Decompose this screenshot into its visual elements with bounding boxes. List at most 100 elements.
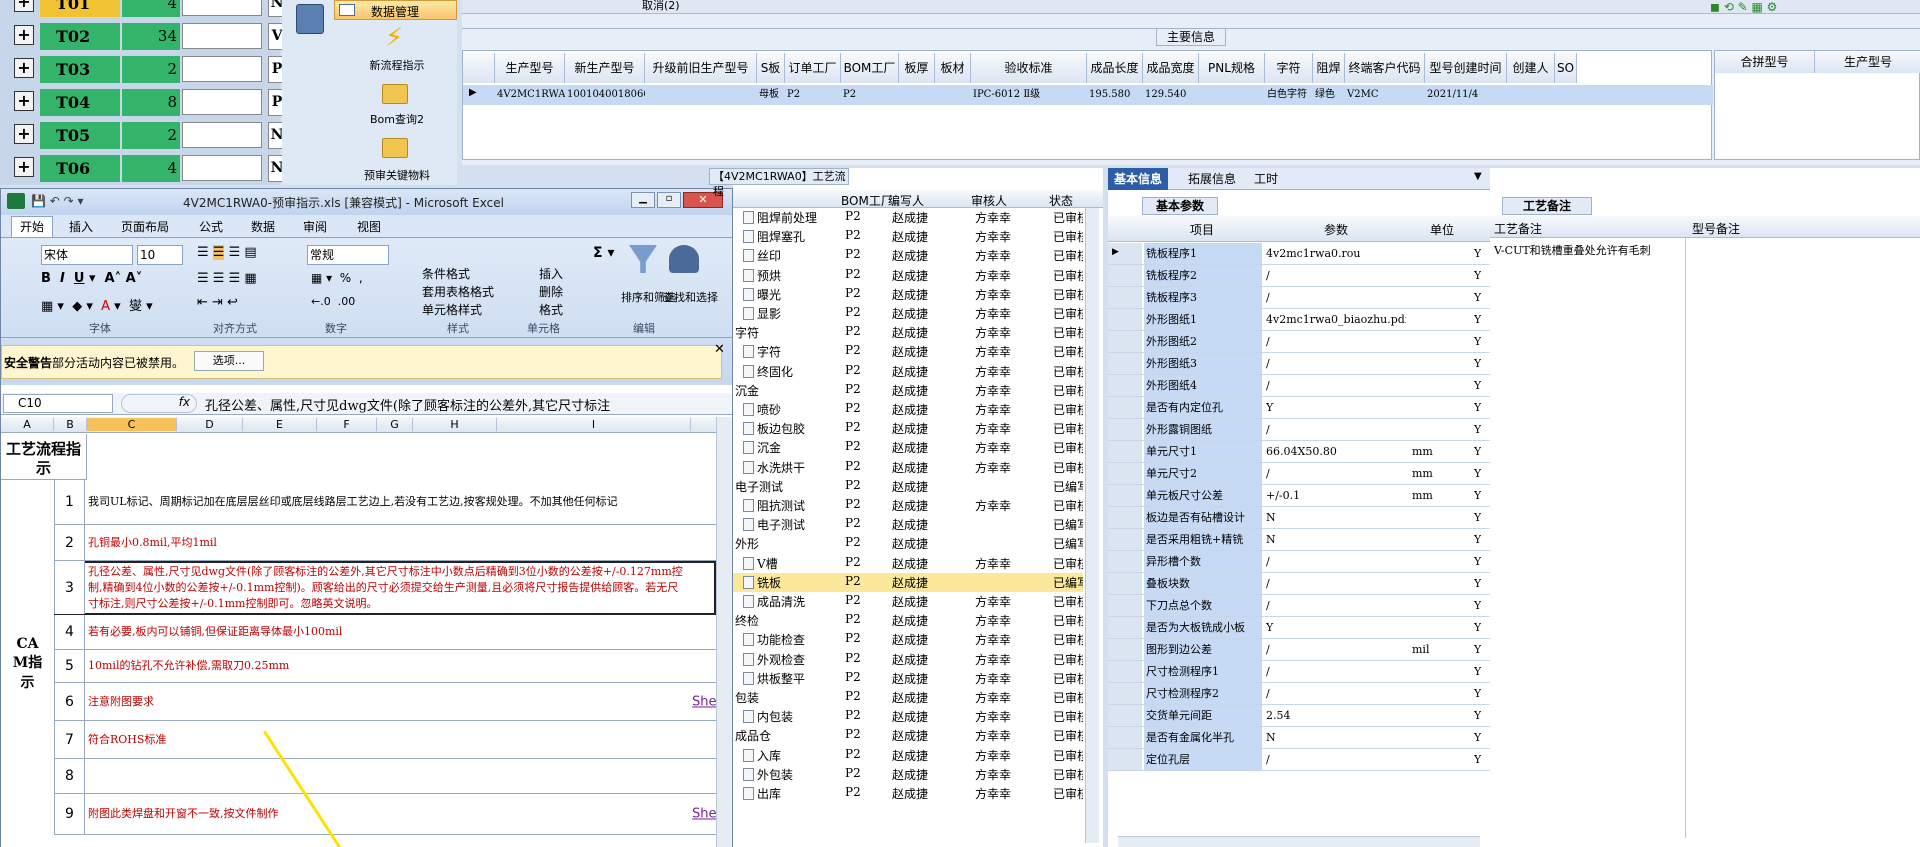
basic-tab[interactable]: 基本信息 — [1108, 168, 1169, 190]
ribbon-tab[interactable]: 审阅 — [303, 218, 327, 235]
remark-model-box[interactable] — [1687, 238, 1920, 838]
grid-header[interactable]: 验收标准 — [971, 53, 1087, 83]
row-text[interactable]: 我司UL标记、周期标记加在底层层丝印或底层线路层工艺边上,若没有工艺边,按客规处… — [88, 494, 688, 510]
order-row[interactable]: + T04 8 P — [12, 87, 286, 119]
param-row[interactable]: 是否有金属化半孔 N Y — [1108, 727, 1490, 749]
minimize-button[interactable]: ▁ — [631, 192, 655, 208]
grid-cell[interactable]: 绿色 — [1313, 85, 1345, 105]
grid-header[interactable]: 板厚 — [899, 53, 935, 83]
remark-tab[interactable]: 工艺备注 — [1502, 197, 1592, 215]
find-icon[interactable] — [669, 245, 699, 273]
ribbon-tab[interactable]: 插入 — [69, 218, 93, 235]
nav-new-flow[interactable]: 新流程指示 — [337, 57, 457, 73]
grid-cell[interactable]: 2021/11/4 — [1425, 85, 1507, 105]
grid-cell[interactable]: 白色字符 — [1265, 85, 1313, 105]
ribbon-tab[interactable]: 开始 — [11, 216, 54, 237]
format-cells-button[interactable]: 格式 — [539, 301, 563, 318]
column-header[interactable]: I — [497, 418, 691, 431]
conditional-format-button[interactable]: 条件格式 — [422, 265, 470, 282]
grid-cell[interactable]: P2 — [785, 85, 841, 105]
param-row[interactable]: 外形图纸4 / Y — [1108, 375, 1490, 397]
process-row[interactable]: 阻抗测试 P2 赵成捷 方幸幸 已审核 — [733, 496, 1083, 515]
process-row[interactable]: 出库 P2 赵成捷 方幸幸 已审核 — [733, 784, 1083, 803]
process-col-header[interactable]: 编写人 — [888, 192, 924, 209]
formula-input[interactable]: 孔径公差、属性,尺寸见dwg文件(除了顾客标注的公差外,其它尺寸标注 — [205, 395, 705, 414]
param-row[interactable]: 单元尺寸1 66.04X50.80 mm Y — [1108, 441, 1490, 463]
merge-header[interactable]: 合拼型号 — [1715, 51, 1815, 73]
basic-col-header[interactable]: 项目 — [1142, 221, 1262, 238]
basic-hscroll[interactable] — [1118, 836, 1480, 847]
format-buttons[interactable]: B I U ▾ A˄ A˅ — [41, 271, 142, 286]
basic-tab[interactable]: 拓展信息 — [1182, 168, 1242, 190]
param-value[interactable]: / — [1266, 357, 1406, 370]
nav-prereview[interactable]: 预审关键物料 — [337, 167, 457, 183]
sheet-link[interactable]: She — [692, 807, 717, 822]
sheet-link[interactable]: She — [692, 694, 717, 709]
process-col-header[interactable]: 审核人 — [971, 192, 1007, 209]
param-row[interactable]: 单元尺寸2 / mm Y — [1108, 463, 1490, 485]
param-row[interactable]: 外形图纸1 4v2mc1rwa0_biaozhu.pdf Y — [1108, 309, 1490, 331]
grid-header[interactable]: 型号创建时间 — [1425, 53, 1507, 83]
order-input[interactable] — [182, 89, 262, 115]
sheet-row[interactable]: 8 — [54, 759, 716, 794]
justify-buttons[interactable]: ☰ ☰ ☰ ▦ — [197, 271, 257, 286]
sheet-row[interactable]: 6 注意附图要求 She — [54, 683, 717, 721]
basic-col-header[interactable]: 单位 — [1410, 221, 1474, 238]
order-input[interactable] — [182, 155, 262, 181]
param-value[interactable]: / — [1266, 687, 1406, 700]
expand-plus-icon[interactable]: + — [14, 157, 34, 177]
basic-col-header[interactable]: 参数 — [1264, 221, 1408, 238]
process-row[interactable]: 内包装 P2 赵成捷 方幸幸 已审核 — [733, 707, 1083, 726]
grid-cell[interactable] — [1555, 85, 1577, 105]
process-row[interactable]: 阻焊塞孔 P2 赵成捷 方幸幸 已审核 — [733, 227, 1083, 246]
param-value[interactable]: / — [1266, 335, 1406, 348]
process-row[interactable]: 丝印 P2 赵成捷 方幸幸 已审核 — [733, 246, 1083, 265]
row-text[interactable]: 10mil的钻孔不允许补偿,需取刀0.25mm — [88, 658, 688, 674]
process-row[interactable]: 阻焊前处理 P2 赵成捷 方幸幸 已审核 — [733, 208, 1083, 227]
process-row[interactable]: 显影 P2 赵成捷 方幸幸 已审核 — [733, 304, 1083, 323]
nav-bom-query[interactable]: Bom查询2 — [337, 111, 457, 127]
param-value[interactable]: 4v2mc1rwa0_biaozhu.pdf — [1266, 313, 1406, 326]
grid-header[interactable]: 升级前旧生产型号 — [645, 53, 757, 83]
row-text[interactable]: 孔铜最小0.8mil,平均1mil — [88, 535, 688, 551]
align-buttons[interactable]: ☰ ☰ ☰ ▤ — [197, 245, 257, 260]
process-row[interactable]: 外形 P2 赵成捷 已编写 — [733, 534, 1083, 553]
sum-icon[interactable]: Σ ▾ — [593, 245, 614, 261]
process-row[interactable]: V槽 P2 赵成捷 方幸幸 已审核 — [733, 554, 1083, 573]
grid-cell[interactable]: 129.540 — [1143, 85, 1199, 105]
ribbon-tab[interactable]: 公式 — [199, 218, 223, 235]
param-row[interactable]: 图形到边公差 / mil Y — [1108, 639, 1490, 661]
font-name-select[interactable]: 宋体 — [41, 245, 133, 265]
process-row[interactable]: 铣板 P2 赵成捷 已编写 — [733, 572, 1083, 592]
param-row[interactable]: 下刀点总个数 / Y — [1108, 595, 1490, 617]
param-row[interactable]: ▶ 铣板程序1 4v2mc1rwa0.rou Y — [1108, 243, 1490, 265]
process-row[interactable]: 成品清洗 P2 赵成捷 方幸幸 已审核 — [733, 592, 1083, 611]
merge-header[interactable]: 生产型号 — [1815, 51, 1920, 73]
security-options-button[interactable]: 选项... — [194, 351, 264, 371]
indent-buttons[interactable]: ⇤ ⇥ ↩ — [197, 295, 238, 310]
name-box[interactable]: C10 — [3, 394, 113, 413]
process-scrollbar[interactable] — [1085, 208, 1099, 843]
param-value[interactable]: / — [1266, 269, 1406, 282]
number-buttons[interactable]: ▦ ▾ % , — [311, 271, 363, 285]
param-row[interactable]: 外形图纸3 / Y — [1108, 353, 1490, 375]
param-row[interactable]: 单元板尺寸公差 +/-0.1 mm Y — [1108, 485, 1490, 507]
machine-icon[interactable] — [296, 4, 324, 34]
expand-plus-icon[interactable]: + — [14, 25, 34, 45]
grid-header[interactable]: BOM工厂 — [841, 53, 899, 83]
process-row[interactable]: 电子测试 P2 赵成捷 已编写 — [733, 515, 1083, 534]
process-row[interactable]: 字符 P2 赵成捷 方幸幸 已审核 — [733, 323, 1083, 342]
sheet-row[interactable]: 7 符合ROHS标准 — [54, 721, 716, 759]
param-value[interactable]: +/-0.1 — [1266, 489, 1406, 502]
param-row[interactable]: 铣板程序2 / Y — [1108, 265, 1490, 287]
grid-header[interactable]: 生产型号 — [495, 53, 565, 83]
basic-tab[interactable]: 工时 — [1248, 168, 1284, 190]
process-row[interactable]: 终检 P2 赵成捷 方幸幸 已审核 — [733, 611, 1083, 630]
process-row[interactable]: 预烘 P2 赵成捷 方幸幸 已审核 — [733, 266, 1083, 285]
process-row[interactable]: 包装 P2 赵成捷 方幸幸 已审核 — [733, 688, 1083, 707]
sheet-row[interactable]: 4 若有必要,板内可以铺铜,但保证距离导体最小100mil — [54, 615, 716, 650]
grid-header[interactable]: 终端客户代码 — [1345, 53, 1425, 83]
grid-header[interactable]: 字符 — [1265, 53, 1313, 83]
font-size-select[interactable]: 10 — [137, 245, 183, 265]
cam-cell[interactable]: CAM指示 — [1, 480, 54, 847]
